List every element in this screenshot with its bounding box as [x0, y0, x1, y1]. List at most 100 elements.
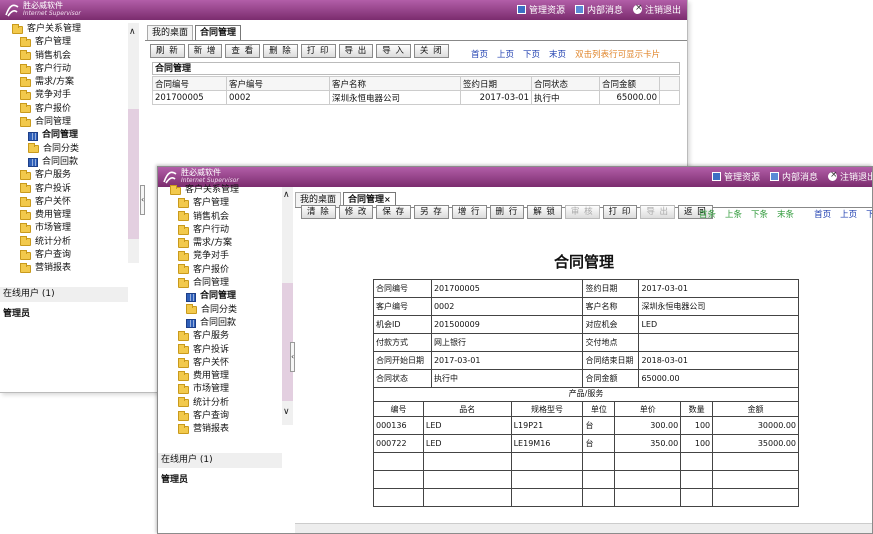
table-cell[interactable]: LED [422, 434, 512, 453]
table-cell[interactable]: 台 [582, 434, 616, 453]
first-page-link[interactable]: 首页 [471, 48, 488, 60]
table-cell[interactable]: 000722 [373, 434, 424, 453]
toolbar-button[interactable]: 另 存 [414, 205, 449, 219]
table-cell[interactable] [680, 470, 714, 489]
tree-item[interactable]: 合同回款 [0, 156, 128, 169]
horizontal-scrollbar[interactable] [295, 523, 872, 533]
tree-item[interactable]: 费用管理 [0, 209, 128, 222]
tree-item[interactable]: 市场管理 [158, 383, 282, 396]
table-cell[interactable]: LED [422, 416, 512, 435]
tree-item[interactable]: 客户关系管理 [158, 184, 282, 197]
tree-item[interactable]: 合同管理 [158, 290, 282, 303]
field-value[interactable]: 201500009 [430, 315, 584, 334]
table-cell[interactable]: 100 [680, 416, 714, 435]
table-cell[interactable] [712, 488, 799, 507]
tree-item[interactable]: 合同管理 [0, 129, 128, 142]
tree-item[interactable]: 费用管理 [158, 370, 282, 383]
field-value[interactable]: 2017-03-01 [638, 279, 799, 298]
field-value[interactable]: LED [638, 315, 799, 334]
field-value[interactable]: 2017-03-01 [430, 351, 584, 370]
tree-item[interactable]: 合同管理 [158, 277, 282, 290]
table-cell[interactable] [680, 452, 714, 471]
table-cell[interactable] [373, 470, 424, 489]
admin-user[interactable]: 管理员 [3, 306, 30, 319]
tree-item[interactable]: 统计分析 [0, 236, 128, 249]
column-header[interactable]: 签约日期 [460, 76, 532, 91]
manage-resources-link[interactable]: 管理资源 [516, 3, 565, 16]
table-cell[interactable] [614, 452, 682, 471]
toolbar-button[interactable]: 删 除 [263, 44, 298, 58]
toolbar-button[interactable]: 保 存 [376, 205, 412, 219]
toolbar-button[interactable]: 修 改 [338, 205, 374, 219]
manage-resources-link[interactable]: 管理资源 [711, 170, 760, 183]
toolbar-button[interactable]: 解 锁 [527, 205, 562, 219]
field-value[interactable]: 201700005 [430, 279, 584, 298]
table-cell[interactable]: 350.00 [614, 434, 682, 453]
field-value[interactable]: 深圳永恒电器公司 [638, 297, 799, 316]
tree-item[interactable]: 营销报表 [0, 262, 128, 275]
table-cell[interactable] [712, 452, 799, 471]
tree-item[interactable]: 客户管理 [0, 36, 128, 49]
next-page-link[interactable]: 下页 [523, 48, 540, 60]
tree-item[interactable]: 客户行动 [0, 63, 128, 76]
tree-item[interactable]: 合同回款 [158, 317, 282, 330]
tree-item[interactable]: 客户管理 [158, 197, 282, 210]
table-cell[interactable]: 台 [582, 416, 616, 435]
toolbar-button[interactable]: 打 印 [602, 205, 638, 219]
scroll-up-icon[interactable]: ∧ [129, 27, 136, 37]
tab-contract[interactable]: 合同管理 [195, 25, 242, 40]
table-row[interactable]: 000722 LED LE19M16 台 350.00 100 35000.00 [373, 434, 799, 453]
table-cell[interactable]: 300.00 [614, 416, 682, 435]
scroll-up-icon[interactable]: ∧ [283, 190, 290, 200]
tab-close-icon[interactable]: × [384, 195, 391, 204]
toolbar-button[interactable]: 导 出 [338, 44, 374, 58]
toolbar-button[interactable]: 新 增 [187, 44, 223, 58]
tree-item[interactable]: 竞争对手 [158, 250, 282, 263]
toolbar-button[interactable]: 刷 新 [150, 44, 185, 58]
toolbar-button[interactable]: 增 行 [451, 205, 487, 219]
table-cell[interactable]: 100 [680, 434, 714, 453]
table-cell[interactable] [614, 488, 682, 507]
tree-item[interactable]: 客户服务 [0, 169, 128, 182]
tree-item[interactable]: 客户查询 [0, 249, 128, 262]
scroll-down-icon[interactable]: ∨ [283, 407, 290, 417]
scrollbar-thumb[interactable] [128, 109, 139, 239]
tree-item[interactable]: 客户投诉 [158, 344, 282, 357]
last-page-link[interactable]: 末页 [549, 48, 566, 60]
tree-item[interactable]: 统计分析 [158, 397, 282, 410]
table-row[interactable]: 201700005 0002 深圳永恒电器公司 2017-03-01 执行中 65000.… [152, 90, 680, 105]
field-value[interactable]: 2018-03-01 [638, 351, 799, 370]
table-cell[interactable]: 30000.00 [712, 416, 799, 435]
column-header[interactable]: 客户名称 [329, 76, 461, 91]
table-row[interactable]: 000136 LED L19P21 台 300.00 100 30000.00 [373, 416, 799, 435]
tree-item[interactable]: 销售机会 [0, 50, 128, 63]
field-value[interactable]: 65000.00 [638, 369, 799, 388]
table-cell[interactable]: 35000.00 [712, 434, 799, 453]
toolbar-button[interactable]: 删 行 [489, 205, 525, 219]
tree-item[interactable]: 需求/方案 [0, 76, 128, 89]
toolbar-button[interactable]: 打 印 [300, 44, 336, 58]
tree-item[interactable]: 需求/方案 [158, 237, 282, 250]
table-cell[interactable] [712, 470, 799, 489]
tree-item[interactable]: 市场管理 [0, 222, 128, 235]
toolbar-button[interactable]: 查 看 [225, 44, 261, 58]
tree-item[interactable]: 客户投诉 [0, 183, 128, 196]
toolbar-button[interactable]: 导 入 [376, 44, 411, 58]
prev-page-link[interactable]: 上页 [497, 48, 514, 60]
tree-item[interactable]: 客户关怀 [158, 357, 282, 370]
table-cell[interactable]: LE19M16 [510, 434, 584, 453]
tree-item[interactable]: 客户行动 [158, 224, 282, 237]
table-row[interactable] [373, 452, 799, 471]
table-cell[interactable] [510, 470, 584, 489]
table-cell[interactable] [373, 488, 424, 507]
admin-user[interactable]: 管理员 [161, 472, 188, 485]
tree-item[interactable]: 客户服务 [158, 330, 282, 343]
tree-item[interactable]: 客户关怀 [0, 196, 128, 209]
table-cell[interactable] [422, 488, 512, 507]
table-cell[interactable] [680, 488, 714, 507]
table-cell[interactable] [373, 452, 424, 471]
logout-link[interactable]: 注销退出 [827, 170, 872, 183]
toolbar-button[interactable]: 审 核 [564, 205, 600, 219]
field-value[interactable]: 网上银行 [430, 333, 584, 352]
tab-desktop[interactable]: 我的桌面 [147, 25, 194, 40]
